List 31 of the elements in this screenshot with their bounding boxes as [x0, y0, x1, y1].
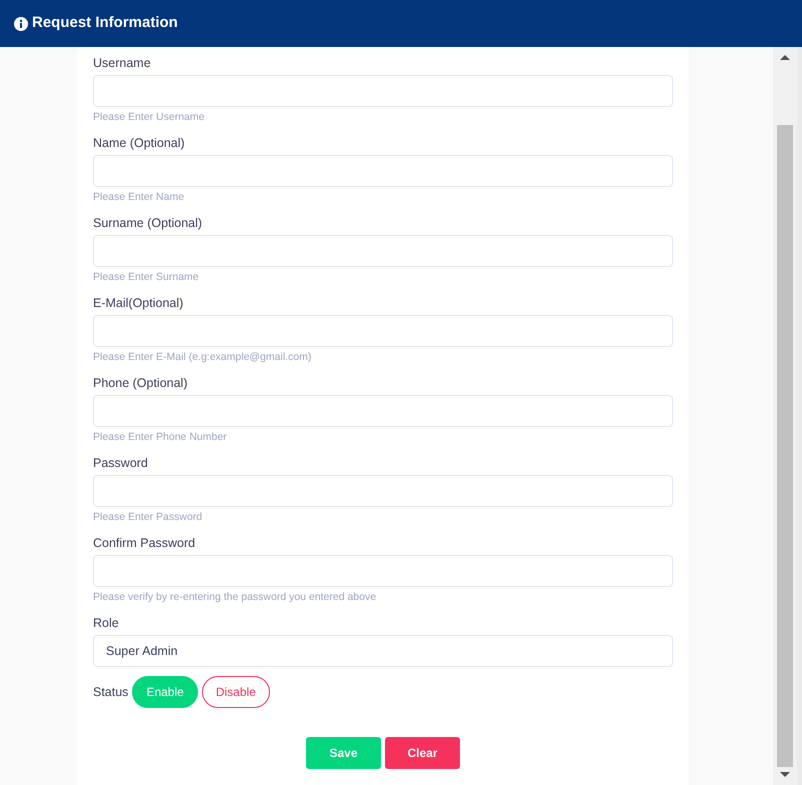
help-text: Please Enter Name	[93, 190, 186, 205]
save-button[interactable]: Save	[306, 737, 381, 769]
status-toggle[interactable]: Disable	[202, 676, 270, 708]
field-label: Username	[93, 55, 152, 72]
help-text: Please Enter Surname	[93, 270, 200, 285]
help-text: Please Enter Phone Number	[93, 430, 228, 445]
field-label: Surname (Optional)	[93, 215, 204, 232]
input-field[interactable]	[93, 315, 673, 347]
password-field[interactable]	[93, 555, 673, 587]
field-label: Role	[93, 615, 120, 632]
status-toggle[interactable]: Enable	[132, 676, 198, 708]
help-text: Please Enter Password	[93, 510, 204, 525]
status-label: Status	[93, 684, 128, 700]
input-field[interactable]	[93, 235, 673, 267]
input-field[interactable]	[93, 75, 673, 107]
input-field[interactable]	[93, 155, 673, 187]
scrollbar[interactable]	[773, 47, 797, 785]
role-select[interactable]: Super Admin	[93, 635, 673, 667]
field-label: E-Mail(Optional)	[93, 295, 184, 312]
header-title: Request Information	[32, 13, 178, 34]
help-text: Please verify by re-entering the password you entered above	[93, 590, 378, 605]
clear-button[interactable]: Clear	[385, 737, 460, 769]
field-label: Password	[93, 455, 149, 472]
help-text: Please Enter E-Mail (e.g:example@gmail.com)	[93, 350, 312, 365]
password-field[interactable]	[93, 475, 673, 507]
field-label: Name (Optional)	[93, 135, 186, 152]
field-label: Confirm Password	[93, 535, 196, 552]
field-label: Phone (Optional)	[93, 375, 189, 392]
help-text: Please Enter Username	[93, 110, 206, 125]
info-icon	[14, 16, 28, 30]
input-field[interactable]	[93, 395, 673, 427]
